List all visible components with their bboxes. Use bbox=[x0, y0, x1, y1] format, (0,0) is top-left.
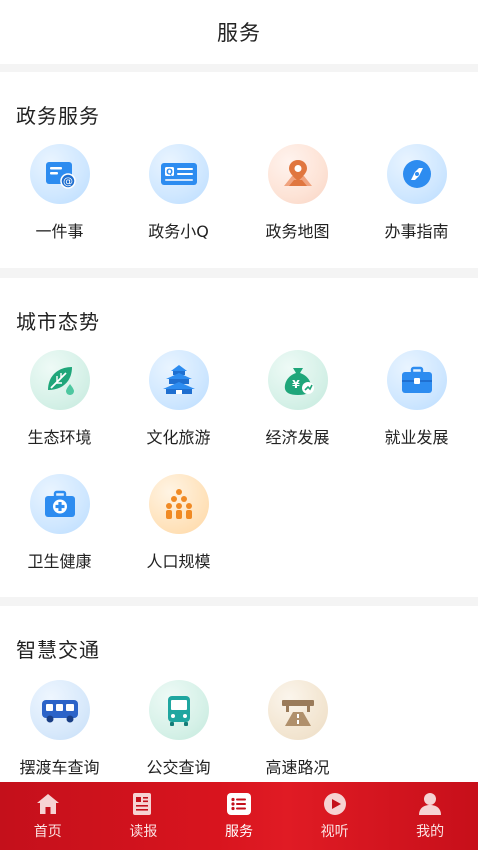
city-item-health[interactable]: 卫生健康 bbox=[0, 474, 119, 584]
city-item-ecology[interactable]: 生态环境 bbox=[0, 350, 119, 460]
city-item-employment[interactable]: 就业发展 bbox=[357, 350, 476, 460]
item-label: 一件事 bbox=[35, 222, 84, 241]
item-label: 经济发展 bbox=[265, 428, 330, 447]
map-pin-icon bbox=[267, 144, 328, 204]
svg-text:¥: ¥ bbox=[292, 378, 300, 391]
service-item-yijianshi[interactable]: @ 一件事 bbox=[0, 144, 119, 254]
tab-services[interactable]: 服务 bbox=[191, 782, 287, 850]
svg-text:Q: Q bbox=[166, 168, 173, 177]
tab-label: 服务 bbox=[224, 824, 253, 840]
city-item-economy[interactable]: ¥ 经济发展 bbox=[238, 350, 357, 460]
service-item-map[interactable]: 政务地图 bbox=[238, 144, 357, 254]
item-label: 高速路况 bbox=[265, 758, 330, 777]
money-bag-icon: ¥ bbox=[267, 350, 328, 410]
item-label: 公交查询 bbox=[146, 758, 211, 777]
tab-video[interactable]: 视听 bbox=[287, 782, 383, 850]
briefcase-icon bbox=[386, 350, 447, 410]
bottom-tab-bar: 首页 读报 服务 视听 我的 bbox=[0, 782, 478, 850]
compass-icon bbox=[386, 144, 447, 204]
item-label: 生态环境 bbox=[27, 428, 92, 447]
item-label: 办事指南 bbox=[384, 222, 449, 241]
item-label: 摆渡车查询 bbox=[19, 758, 100, 777]
home-icon bbox=[35, 791, 61, 817]
temple-icon bbox=[148, 350, 209, 410]
svg-text:@: @ bbox=[63, 177, 73, 188]
bus-icon bbox=[148, 680, 209, 740]
tab-label: 读报 bbox=[129, 824, 158, 840]
tab-newspaper[interactable]: 读报 bbox=[96, 782, 192, 850]
section-smart-traffic: 智慧交通 摆渡车查询 公交查询 高速路况 bbox=[0, 606, 478, 782]
item-label: 政务地图 bbox=[265, 222, 330, 241]
service-item-xiaoq[interactable]: Q 政务小Q bbox=[119, 144, 238, 254]
item-label: 政务小Q bbox=[148, 222, 209, 241]
page-title: 服务 bbox=[217, 21, 261, 45]
traffic-item-highway[interactable]: 高速路况 bbox=[238, 680, 357, 790]
traffic-item-bus[interactable]: 公交查询 bbox=[119, 680, 238, 790]
email-doc-icon: @ bbox=[29, 144, 90, 204]
city-item-population[interactable]: 人口规模 bbox=[119, 474, 238, 584]
item-label: 文化旅游 bbox=[146, 428, 211, 447]
tab-label: 我的 bbox=[416, 824, 445, 840]
section-title: 政务服务 bbox=[16, 104, 100, 128]
user-icon bbox=[417, 791, 443, 817]
section-gov-services: 政务服务 @ 一件事 Q 政务小Q 政务地图 办事指南 bbox=[0, 72, 478, 268]
traffic-item-shuttle[interactable]: 摆渡车查询 bbox=[0, 680, 119, 790]
tab-label: 首页 bbox=[33, 824, 62, 840]
newspaper-icon bbox=[130, 791, 156, 817]
highway-icon bbox=[267, 680, 328, 740]
shuttle-bus-icon bbox=[29, 680, 90, 740]
tab-label: 视听 bbox=[320, 824, 349, 840]
section-title: 城市态势 bbox=[16, 310, 100, 334]
top-bar: 服务 bbox=[0, 0, 478, 64]
q-card-icon: Q bbox=[148, 144, 209, 204]
play-icon bbox=[322, 791, 348, 817]
item-label: 卫生健康 bbox=[27, 552, 92, 571]
people-icon bbox=[148, 474, 209, 534]
item-label: 人口规模 bbox=[146, 552, 211, 571]
service-item-guide[interactable]: 办事指南 bbox=[357, 144, 476, 254]
section-title: 智慧交通 bbox=[16, 638, 100, 662]
medical-kit-icon bbox=[29, 474, 90, 534]
tab-home[interactable]: 首页 bbox=[0, 782, 96, 850]
tab-profile[interactable]: 我的 bbox=[382, 782, 478, 850]
city-item-tourism[interactable]: 文化旅游 bbox=[119, 350, 238, 460]
section-city-status: 城市态势 生态环境 文化旅游 ¥ 经济发展 就业发展 卫生健康 人口规模 bbox=[0, 278, 478, 597]
item-label: 就业发展 bbox=[384, 428, 449, 447]
leaf-drop-icon bbox=[29, 350, 90, 410]
list-icon bbox=[226, 791, 252, 817]
